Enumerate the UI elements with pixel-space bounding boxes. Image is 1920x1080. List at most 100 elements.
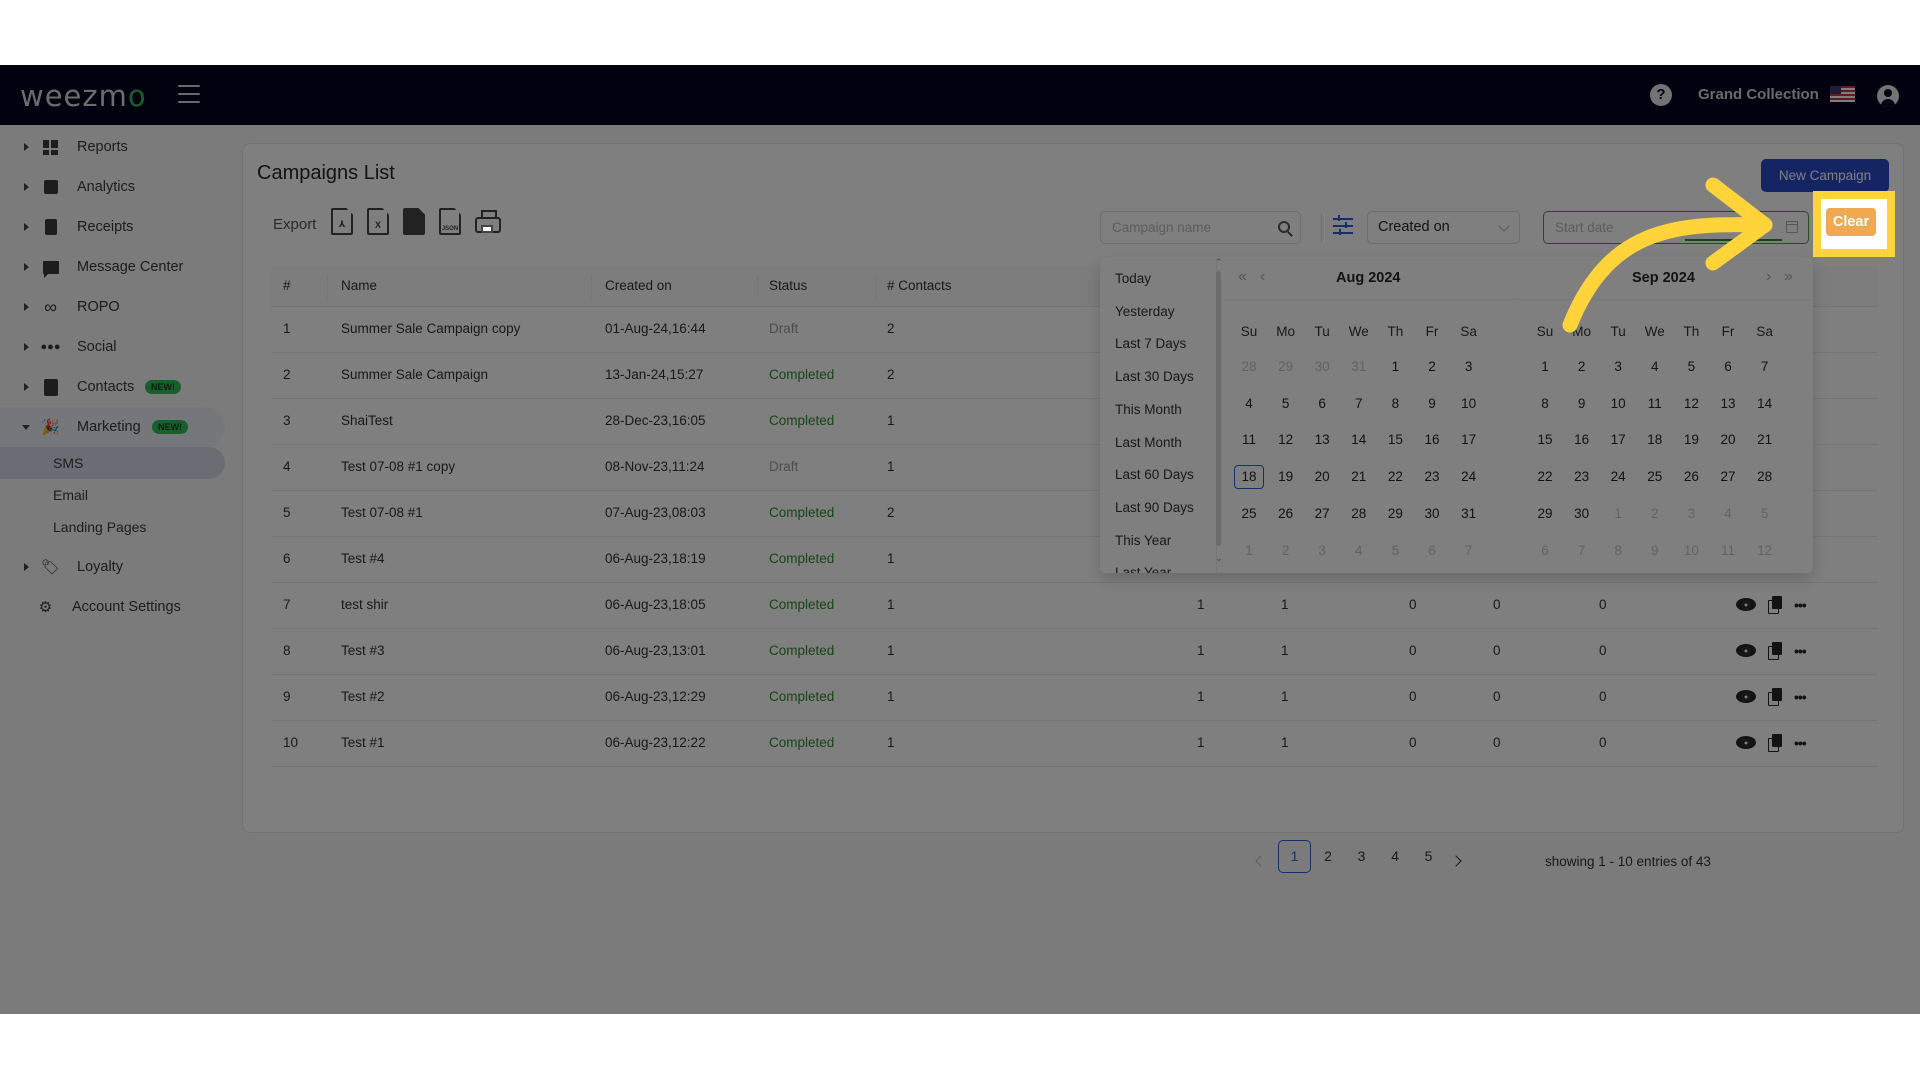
eye-icon[interactable] xyxy=(1736,644,1756,657)
start-date-field[interactable] xyxy=(1543,211,1809,244)
prev-page-icon[interactable] xyxy=(1255,855,1267,867)
table-row[interactable]: 9 Test #2 06-Aug-23,12:29 Completed 1 1 1 0 0 0 ••… xyxy=(271,675,1878,721)
calendar-day[interactable]: 18 xyxy=(1640,428,1670,452)
calendar-day[interactable]: 5 xyxy=(1380,539,1410,563)
preset-option[interactable]: Last 90 Days xyxy=(1115,500,1194,515)
sidebar-item-marketing[interactable]: 🎉 Marketing NEW! xyxy=(0,407,225,447)
search-icon[interactable] xyxy=(1278,221,1290,233)
calendar-month-title[interactable]: Aug 2024 xyxy=(1336,270,1400,286)
sidebar-item-ropo[interactable]: ∞ ROPO xyxy=(0,287,225,327)
calendar-day[interactable]: 5 xyxy=(1271,392,1301,416)
cell-name[interactable]: Test 07-08 #1 xyxy=(341,505,423,520)
page-4-button[interactable]: 4 xyxy=(1379,840,1412,873)
preset-option[interactable]: Yesterday xyxy=(1115,304,1175,319)
calendar-day[interactable]: 29 xyxy=(1380,502,1410,526)
calendar-day[interactable]: 19 xyxy=(1676,428,1706,452)
calendar-day[interactable]: 2 xyxy=(1271,539,1301,563)
table-row[interactable]: 8 Test #3 06-Aug-23,13:01 Completed 1 1 1 0 0 0 ••… xyxy=(271,629,1878,675)
calendar-day[interactable]: 30 xyxy=(1307,355,1337,379)
calendar-day[interactable]: 10 xyxy=(1676,539,1706,563)
calendar-day[interactable]: 12 xyxy=(1271,428,1301,452)
calendar-day[interactable]: 3 xyxy=(1676,502,1706,526)
calendar-day[interactable]: 31 xyxy=(1454,502,1484,526)
campaign-search[interactable] xyxy=(1100,211,1301,244)
calendar-icon[interactable] xyxy=(1786,221,1798,233)
print-icon[interactable] xyxy=(475,210,501,234)
calendar-day[interactable]: 11 xyxy=(1640,392,1670,416)
calendar-day[interactable]: 12 xyxy=(1750,539,1780,563)
calendar-day[interactable]: 6 xyxy=(1417,539,1447,563)
calendar-day[interactable]: 19 xyxy=(1271,465,1301,489)
calendar-day[interactable]: 4 xyxy=(1234,392,1264,416)
next-month-icon[interactable]: › xyxy=(1766,268,1771,286)
calendar-day[interactable]: 13 xyxy=(1713,392,1743,416)
calendar-day[interactable]: 1 xyxy=(1530,355,1560,379)
copy-icon[interactable] xyxy=(1768,688,1782,706)
campaign-search-input[interactable] xyxy=(1112,212,1272,243)
calendar-day[interactable]: 9 xyxy=(1417,392,1447,416)
calendar-day[interactable]: 26 xyxy=(1676,465,1706,489)
preset-option[interactable]: Last Year xyxy=(1115,565,1171,573)
calendar-day[interactable]: 28 xyxy=(1750,465,1780,489)
preset-option[interactable]: Last 7 Days xyxy=(1115,336,1186,351)
calendar-day[interactable]: 10 xyxy=(1454,392,1484,416)
json-file-icon[interactable]: JSON xyxy=(439,208,461,235)
column-header-created-on[interactable]: Created on xyxy=(605,278,672,293)
excel-file-icon[interactable]: X xyxy=(367,208,389,235)
more-icon[interactable]: ••• xyxy=(1794,690,1807,704)
preset-option[interactable]: Last 30 Days xyxy=(1115,369,1194,384)
cell-name[interactable]: Test #4 xyxy=(341,551,385,566)
calendar-day[interactable]: 7 xyxy=(1344,392,1374,416)
weezmo-logo[interactable]: weezmo xyxy=(20,79,147,113)
calendar-day[interactable]: 4 xyxy=(1640,355,1670,379)
calendar-day[interactable]: 18 xyxy=(1234,465,1264,490)
more-icon[interactable]: ••• xyxy=(1794,598,1807,612)
copy-icon[interactable] xyxy=(1768,734,1782,752)
cell-name[interactable]: Test #2 xyxy=(341,689,385,704)
date-field-select[interactable]: Created on xyxy=(1367,211,1520,244)
sidebar-item-analytics[interactable]: Analytics xyxy=(0,167,225,207)
table-row[interactable]: 7 test shir 06-Aug-23,18:05 Completed 1 1 1 0 0 0… xyxy=(271,583,1878,629)
presets-scrollbar[interactable] xyxy=(1216,271,1221,546)
scroll-down-icon[interactable]: ⌄ xyxy=(1215,553,1223,564)
calendar-day[interactable]: 21 xyxy=(1344,465,1374,489)
sidebar-item-contacts[interactable]: Contacts NEW! xyxy=(0,367,225,407)
calendar-day[interactable]: 13 xyxy=(1307,428,1337,452)
prev-year-icon[interactable]: « xyxy=(1238,268,1247,286)
calendar-day[interactable]: 28 xyxy=(1234,355,1264,379)
hamburger-icon[interactable] xyxy=(178,85,200,103)
calendar-day[interactable]: 8 xyxy=(1380,392,1410,416)
calendar-day[interactable]: 9 xyxy=(1640,539,1670,563)
more-icon[interactable]: ••• xyxy=(1794,736,1807,750)
calendar-day[interactable]: 3 xyxy=(1307,539,1337,563)
calendar-day[interactable]: 31 xyxy=(1344,355,1374,379)
more-icon[interactable]: ••• xyxy=(1794,644,1807,658)
calendar-day[interactable]: 2 xyxy=(1567,355,1597,379)
calendar-day[interactable]: 16 xyxy=(1417,428,1447,452)
calendar-day[interactable]: 1 xyxy=(1603,502,1633,526)
calendar-day[interactable]: 23 xyxy=(1567,465,1597,489)
calendar-day[interactable]: 6 xyxy=(1307,392,1337,416)
calendar-day[interactable]: 14 xyxy=(1344,428,1374,452)
calendar-day[interactable]: 7 xyxy=(1750,355,1780,379)
sidebar-item-reports[interactable]: Reports xyxy=(0,127,225,167)
calendar-day[interactable]: 29 xyxy=(1530,502,1560,526)
sidebar-item-message-center[interactable]: Message Center xyxy=(0,247,225,287)
next-page-icon[interactable] xyxy=(1450,855,1462,867)
sidebar-item-receipts[interactable]: Receipts xyxy=(0,207,225,247)
calendar-day[interactable]: 23 xyxy=(1417,465,1447,489)
page-3-button[interactable]: 3 xyxy=(1345,840,1378,873)
calendar-day[interactable]: 6 xyxy=(1713,355,1743,379)
calendar-day[interactable]: 6 xyxy=(1530,539,1560,563)
calendar-day[interactable]: 24 xyxy=(1454,465,1484,489)
sidebar-subitem-sms[interactable]: SMS xyxy=(0,447,225,479)
preset-option[interactable]: This Year xyxy=(1115,533,1171,548)
cell-name[interactable]: Summer Sale Campaign copy xyxy=(341,321,520,336)
eye-icon[interactable] xyxy=(1736,736,1756,749)
calendar-day[interactable]: 27 xyxy=(1307,502,1337,526)
calendar-day[interactable]: 15 xyxy=(1380,428,1410,452)
calendar-day[interactable]: 29 xyxy=(1271,355,1301,379)
column-header-status[interactable]: Status xyxy=(769,278,807,293)
calendar-day[interactable]: 24 xyxy=(1603,465,1633,489)
scroll-up-icon[interactable]: ⌃ xyxy=(1215,257,1223,268)
